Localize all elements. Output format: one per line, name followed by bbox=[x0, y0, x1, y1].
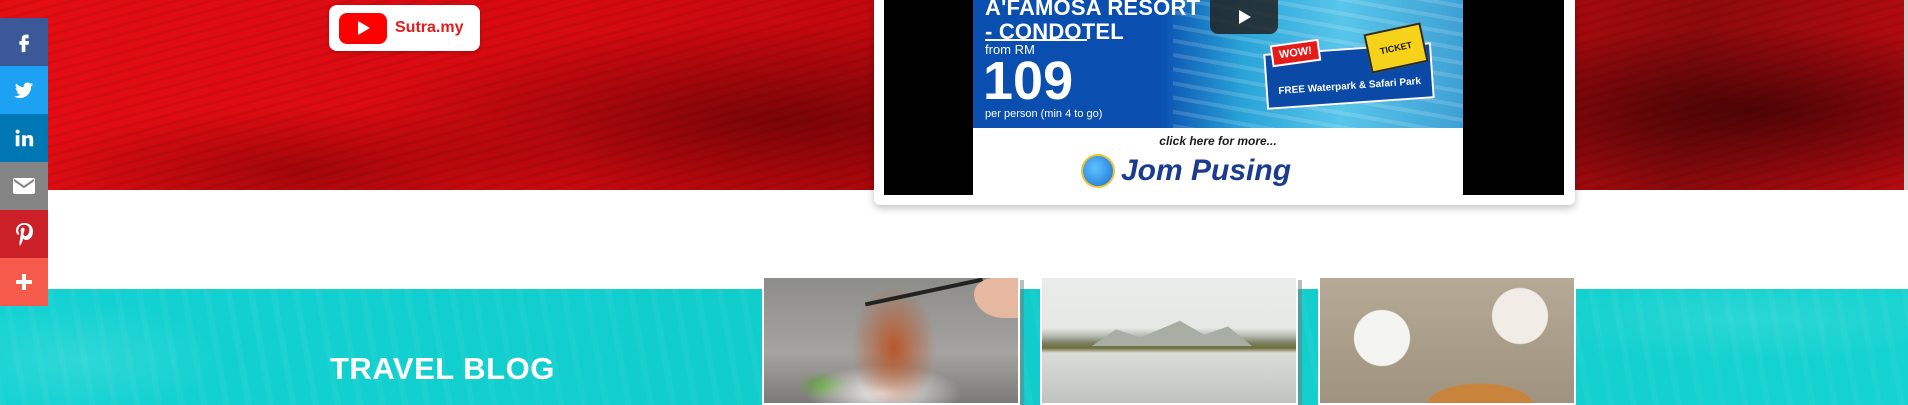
ad-brand-logo: Jom Pusing bbox=[1081, 154, 1291, 188]
pinterest-share-button[interactable] bbox=[0, 210, 48, 258]
play-icon bbox=[1239, 10, 1251, 24]
ad-price: 109 bbox=[983, 51, 1074, 111]
ad-footer: click here for more... Jom Pusing bbox=[973, 128, 1463, 195]
blog-thumbnail-breakfast[interactable] bbox=[1318, 276, 1576, 405]
section-title: TRAVEL BLOG bbox=[330, 351, 555, 386]
ad-promo-text: FREE Waterpark & Safari Park bbox=[1278, 75, 1422, 97]
twitter-icon bbox=[13, 82, 34, 99]
video-card: A'FAMOSA RESORT - CONDOTEL from RM 109 p… bbox=[874, 0, 1575, 205]
facebook-icon bbox=[19, 34, 30, 53]
thumbnail-shadow bbox=[1298, 280, 1302, 405]
youtube-channel-label: Sutra.my bbox=[395, 19, 464, 36]
video-player[interactable]: A'FAMOSA RESORT - CONDOTEL from RM 109 p… bbox=[884, 0, 1564, 195]
facebook-share-button[interactable] bbox=[0, 18, 48, 66]
hand-graphic bbox=[974, 278, 1018, 318]
scrollbar[interactable] bbox=[1904, 0, 1908, 190]
youtube-icon bbox=[339, 12, 387, 44]
blog-thumbnail-food[interactable] bbox=[762, 276, 1020, 405]
blog-thumbnail-lake[interactable] bbox=[1040, 276, 1298, 405]
globe-icon bbox=[1081, 154, 1115, 188]
linkedin-share-button[interactable] bbox=[0, 114, 48, 162]
ad-click-more-link[interactable]: click here for more... bbox=[973, 134, 1463, 148]
email-share-button[interactable] bbox=[0, 162, 48, 210]
linkedin-icon bbox=[15, 129, 34, 147]
hill-graphic bbox=[1092, 320, 1252, 346]
ad-divider bbox=[985, 39, 1087, 41]
social-share-bar bbox=[0, 18, 48, 306]
thumbnail-shadow bbox=[1020, 280, 1024, 405]
play-button[interactable] bbox=[1210, 0, 1278, 34]
ad-heading: A'FAMOSA RESORT - CONDOTEL bbox=[985, 0, 1200, 44]
ad-heading-line1: A'FAMOSA RESORT bbox=[985, 0, 1201, 20]
ad-brand-text: Jom Pusing bbox=[1121, 154, 1292, 187]
chopsticks-graphic bbox=[864, 278, 984, 307]
twitter-share-button[interactable] bbox=[0, 66, 48, 114]
pinterest-icon bbox=[16, 223, 33, 246]
ad-ticket-label: TICKET bbox=[1379, 39, 1413, 57]
more-share-button[interactable] bbox=[0, 258, 48, 306]
page: Sutra.my A'FAMOSA RESORT - CONDOTEL from… bbox=[0, 0, 1908, 405]
ad-per-person: per person (min 4 to go) bbox=[985, 108, 1103, 120]
email-icon bbox=[13, 178, 35, 194]
plus-icon bbox=[16, 274, 32, 290]
youtube-channel-link[interactable]: Sutra.my bbox=[329, 5, 480, 51]
